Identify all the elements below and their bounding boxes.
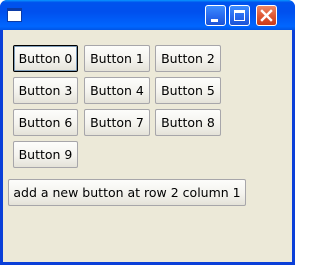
close-icon bbox=[260, 9, 273, 22]
maximize-icon bbox=[234, 10, 245, 21]
button-5[interactable]: Button 5 bbox=[155, 77, 221, 104]
button-6[interactable]: Button 6 bbox=[13, 109, 78, 136]
button-0[interactable]: Button 0 bbox=[13, 45, 78, 72]
add-new-button[interactable]: add a new button at row 2 column 1 bbox=[8, 179, 246, 206]
button-7[interactable]: Button 7 bbox=[84, 109, 150, 136]
title-bar[interactable] bbox=[0, 0, 295, 30]
button-1[interactable]: Button 1 bbox=[84, 45, 150, 72]
button-3[interactable]: Button 3 bbox=[13, 77, 78, 104]
button-9[interactable]: Button 9 bbox=[13, 141, 78, 168]
maximize-button[interactable] bbox=[229, 5, 250, 26]
minimize-icon bbox=[211, 19, 218, 22]
button-8[interactable]: Button 8 bbox=[155, 109, 221, 136]
application-window: Button 0 Button 1 Button 2 Button 3 Butt… bbox=[0, 0, 295, 265]
close-button[interactable] bbox=[256, 5, 277, 26]
window-icon[interactable] bbox=[7, 8, 22, 22]
minimize-button[interactable] bbox=[205, 5, 226, 26]
button-4[interactable]: Button 4 bbox=[84, 77, 150, 104]
button-2[interactable]: Button 2 bbox=[155, 45, 221, 72]
client-area: Button 0 Button 1 Button 2 Button 3 Butt… bbox=[3, 30, 292, 262]
